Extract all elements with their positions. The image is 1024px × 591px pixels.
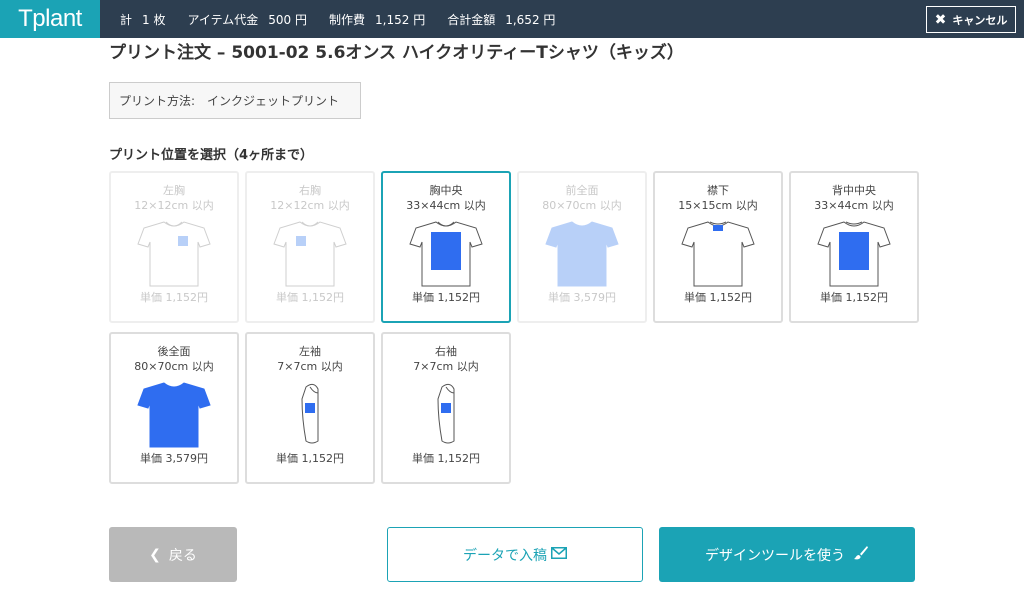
position-price: 単価 3,579円 bbox=[140, 452, 208, 465]
print-position-card[interactable]: 背中中央 33×44cm 以内 単価 1,152円 bbox=[789, 171, 919, 323]
position-size: 7×7cm 以内 bbox=[413, 360, 479, 373]
position-size: 15×15cm 以内 bbox=[678, 199, 758, 212]
cancel-button[interactable]: ✖ キャンセル bbox=[926, 6, 1016, 33]
position-price: 単価 1,152円 bbox=[412, 291, 480, 304]
mail-icon bbox=[551, 546, 567, 563]
position-name: 右胸 bbox=[299, 184, 321, 197]
design-tool-button[interactable]: デザインツールを使う bbox=[659, 527, 915, 582]
position-price: 単価 1,152円 bbox=[276, 291, 344, 304]
position-size: 12×12cm 以内 bbox=[270, 199, 350, 212]
logo[interactable]: Tplant bbox=[0, 0, 100, 38]
tshirt-icon bbox=[383, 218, 509, 288]
position-name: 後全面 bbox=[157, 345, 191, 358]
tshirt-icon bbox=[247, 218, 373, 288]
print-method-label: プリント方法: bbox=[119, 94, 196, 108]
position-size: 7×7cm 以内 bbox=[277, 360, 343, 373]
print-position-card: 右胸 12×12cm 以内 単価 1,152円 bbox=[245, 171, 375, 323]
position-price: 単価 1,152円 bbox=[820, 291, 888, 304]
tshirt-icon bbox=[519, 218, 645, 288]
print-position-card[interactable]: 後全面 80×70cm 以内 単価 3,579円 bbox=[109, 332, 239, 484]
stat-total: 合計金額 1,652 円 bbox=[447, 12, 556, 27]
stat-production-cost: 制作費 1,152 円 bbox=[329, 12, 426, 27]
print-method-value: インクジェットプリント bbox=[207, 94, 340, 108]
print-position-card[interactable]: 襟下 15×15cm 以内 単価 1,152円 bbox=[653, 171, 783, 323]
tshirt-icon bbox=[247, 379, 373, 449]
tshirt-icon bbox=[111, 379, 237, 449]
section-title: プリント位置を選択（4ヶ所まで） bbox=[109, 148, 314, 163]
tshirt-icon bbox=[383, 379, 509, 449]
print-position-card[interactable]: 左袖 7×7cm 以内 単価 1,152円 bbox=[245, 332, 375, 484]
order-summary: 計1 枚 アイテム代金 500 円 制作費 1,152 円 合計金額 1,652 円 bbox=[120, 11, 577, 28]
top-bar: Tplant 計1 枚 アイテム代金 500 円 制作費 1,152 円 合計金額 1… bbox=[0, 0, 1024, 38]
position-size: 33×44cm 以内 bbox=[814, 199, 894, 212]
position-name: 背中中央 bbox=[832, 184, 876, 197]
position-name: 左袖 bbox=[299, 345, 321, 358]
x-icon: ✖ bbox=[934, 11, 947, 28]
chevron-left-icon: ❮ bbox=[149, 546, 161, 563]
position-name: 右袖 bbox=[435, 345, 457, 358]
print-position-card[interactable]: 右袖 7×7cm 以内 単価 1,152円 bbox=[381, 332, 511, 484]
back-button[interactable]: ❮ 戻る bbox=[109, 527, 237, 582]
position-size: 33×44cm 以内 bbox=[406, 199, 486, 212]
position-price: 単価 1,152円 bbox=[684, 291, 752, 304]
position-price: 単価 1,152円 bbox=[140, 291, 208, 304]
tshirt-icon bbox=[111, 218, 237, 288]
stat-item-price: アイテム代金 500 円 bbox=[187, 12, 308, 27]
tshirt-icon bbox=[791, 218, 917, 288]
brush-icon bbox=[853, 545, 869, 565]
position-size: 80×70cm 以内 bbox=[134, 360, 214, 373]
position-price: 単価 1,152円 bbox=[412, 452, 480, 465]
position-price: 単価 1,152円 bbox=[276, 452, 344, 465]
print-position-card: 左胸 12×12cm 以内 単価 1,152円 bbox=[109, 171, 239, 323]
position-name: 左胸 bbox=[163, 184, 185, 197]
position-name: 胸中央 bbox=[429, 184, 463, 197]
position-size: 80×70cm 以内 bbox=[542, 199, 622, 212]
position-price: 単価 3,579円 bbox=[548, 291, 616, 304]
print-position-card: 前全面 80×70cm 以内 単価 3,579円 bbox=[517, 171, 647, 323]
position-name: 前全面 bbox=[565, 184, 599, 197]
page-title: プリント注文 – 5001-02 5.6オンス ハイクオリティーTシャツ（キッズ… bbox=[109, 43, 684, 63]
stat-quantity: 計1 枚 bbox=[120, 12, 166, 27]
print-method-box: プリント方法: インクジェットプリント bbox=[109, 82, 361, 119]
data-upload-button[interactable]: データで入稿 bbox=[387, 527, 643, 582]
tshirt-icon bbox=[655, 218, 781, 288]
print-position-card[interactable]: 胸中央 33×44cm 以内 単価 1,152円 bbox=[381, 171, 511, 323]
position-name: 襟下 bbox=[707, 184, 729, 197]
position-size: 12×12cm 以内 bbox=[134, 199, 214, 212]
